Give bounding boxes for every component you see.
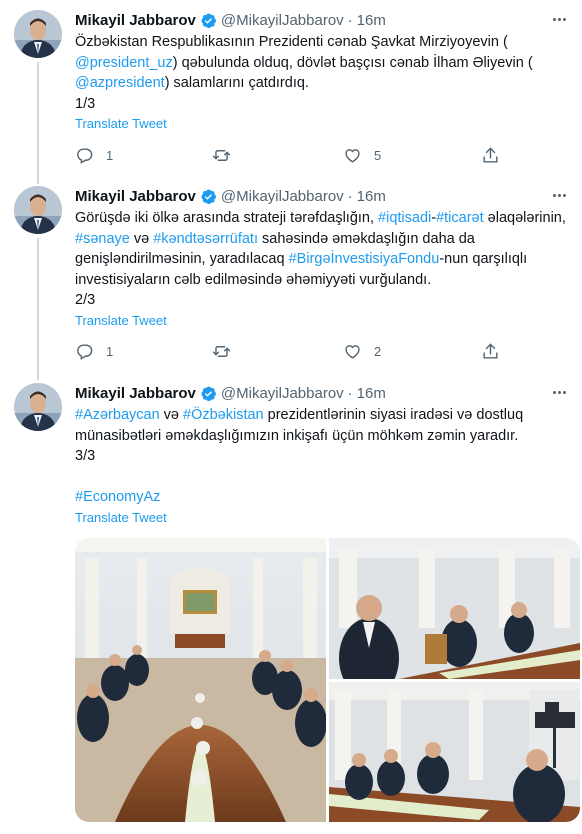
more-options-icon[interactable] [548, 383, 570, 401]
author-handle[interactable]: @MikayilJabbarov [221, 12, 344, 29]
more-options-icon[interactable] [548, 10, 570, 28]
mention-link[interactable]: @president_uz [75, 55, 173, 71]
tweet-actions: 1 2 [75, 340, 505, 362]
retweet-icon [212, 345, 231, 357]
tweet-actions: 1 5 [75, 144, 505, 166]
photo-delegation-table[interactable] [329, 538, 580, 679]
tweet-text-line: genişləndirilməsinin, yaradılacaq #Birgə… [75, 249, 570, 270]
tweet-text: Özbəkistan Respublikasının Prezidenti cə… [75, 32, 570, 114]
reply-icon [77, 343, 93, 360]
avatar[interactable] [14, 10, 62, 58]
hashtag-link[interactable]: #Azərbaycan [75, 407, 160, 423]
tweet-text-line: 1/3 [75, 94, 570, 115]
thread-connector [37, 62, 39, 178]
separator: · [347, 384, 353, 402]
hashtag-link[interactable]: #Özbəkistan [183, 407, 264, 423]
text-segment: -nun qarşılıqlı [439, 251, 528, 267]
author-handle[interactable]: @MikayilJabbarov [221, 188, 344, 205]
retweet-button[interactable] [212, 340, 231, 362]
translate-tweet-link[interactable]: Translate Tweet [75, 313, 167, 328]
tweet-text-line: 3/3 [75, 446, 570, 467]
share-icon [483, 147, 498, 163]
tweet-text: #Azərbaycan və #Özbəkistan prezidentləri… [75, 405, 570, 508]
tweet-text-line: Görüşdə iki ölkə arasında strateji tərəf… [75, 208, 570, 229]
text-segment: əlaqələrinin, [483, 210, 566, 226]
like-button[interactable]: 2 [343, 340, 381, 362]
text-segment: Özbəkistan Respublikasının Prezidenti cə… [75, 34, 508, 50]
text-segment: investisiyaların cəlb edilməsində əhəmiy… [75, 271, 432, 288]
text-segment: Görüşdə iki ölkə arasında strateji tərəf… [75, 210, 379, 226]
translate-tweet-link[interactable]: Translate Tweet [75, 510, 167, 525]
hashtag-link[interactable]: #sənaye [75, 231, 130, 247]
text-segment [75, 469, 79, 485]
photo-delegation-members[interactable] [329, 682, 580, 822]
tweet-2[interactable]: Mikayil Jabbarov @MikayilJabbarov · 16m … [0, 170, 582, 380]
tweet-text-line: #sənaye və #kəndtəsərrüfatı sahəsində əm… [75, 229, 570, 250]
mention-link[interactable]: @azpresident [75, 75, 165, 91]
tweet-text-line: @azpresident) salamlarını çatdırdıq. [75, 73, 570, 94]
like-button[interactable]: 5 [343, 144, 381, 166]
avatar[interactable] [14, 186, 62, 234]
verified-badge-icon [201, 189, 216, 204]
tweet-text-line: @president_uz) qəbulunda olduq, dövlət b… [75, 53, 570, 74]
tweet-text-line: Özbəkistan Respublikasının Prezidenti cə… [75, 32, 570, 53]
tweet-text-line: #EconomyAz [75, 487, 570, 508]
retweet-button[interactable] [212, 144, 231, 166]
timestamp[interactable]: 16m [357, 385, 386, 402]
reply-count: 1 [106, 147, 114, 163]
thread-connector [37, 170, 39, 184]
thread-connector [37, 238, 39, 380]
text-segment: ) salamlarını çatdırdıq. [164, 75, 309, 91]
timestamp[interactable]: 16m [357, 12, 386, 29]
hashtag-link[interactable]: #BirgəİnvestisiyaFondu [289, 251, 440, 267]
avatar[interactable] [14, 383, 62, 431]
text-segment: ) qəbulunda olduq, dövlət başçısı cənab … [172, 54, 533, 71]
author-name[interactable]: Mikayil Jabbarov [75, 188, 196, 205]
tweet-text: Görüşdə iki ölkə arasında strateji tərəf… [75, 208, 570, 311]
author-handle[interactable]: @MikayilJabbarov [221, 385, 344, 402]
verified-badge-icon [201, 13, 216, 28]
hashtag-link[interactable]: #kəndtəsərrüfatı [153, 231, 258, 247]
verified-badge-icon [201, 386, 216, 401]
tweet-text-line: münasibətləri əməkdaşlığımızın inkişafı … [75, 426, 570, 447]
like-count: 5 [374, 147, 382, 163]
timestamp[interactable]: 16m [357, 188, 386, 205]
separator: · [347, 187, 353, 205]
share-button[interactable] [481, 340, 500, 362]
text-segment: prezidentlərinin siyasi iradəsi və dostl… [263, 407, 524, 423]
tweet-text-line: 2/3 [75, 290, 570, 311]
like-icon [345, 344, 360, 359]
reply-count: 1 [106, 343, 114, 359]
author-name[interactable]: Mikayil Jabbarov [75, 385, 196, 402]
hashtag-link[interactable]: #iqtisadi [378, 210, 431, 226]
text-segment: və [129, 230, 154, 247]
reply-button[interactable]: 1 [75, 340, 113, 362]
hashtag-link[interactable]: #EconomyAz [75, 489, 160, 505]
reply-button[interactable]: 1 [75, 144, 113, 166]
translate-tweet-link[interactable]: Translate Tweet [75, 116, 167, 131]
text-segment: sahəsində əməkdaşlığın daha da [258, 230, 475, 247]
tweet-text-line: #Azərbaycan və #Özbəkistan prezidentləri… [75, 405, 570, 426]
retweet-icon [212, 149, 231, 161]
text-segment: 2/3 [75, 292, 96, 308]
reply-icon [77, 147, 93, 164]
more-options-icon[interactable] [548, 186, 570, 204]
separator: · [347, 11, 353, 29]
text-segment: və [159, 407, 184, 423]
tweet-media-grid[interactable] [75, 538, 580, 822]
tweet-text-line [75, 467, 570, 488]
text-segment: 3/3 [75, 448, 96, 464]
tweet-text-line: investisiyaların cəlb edilməsində əhəmiy… [75, 270, 570, 291]
text-segment: genişləndirilməsinin, yaradılacaq [75, 251, 289, 267]
author-name[interactable]: Mikayil Jabbarov [75, 12, 196, 29]
like-icon [345, 148, 360, 163]
photo-meeting-room[interactable] [75, 538, 326, 822]
text-segment: 1/3 [75, 95, 96, 112]
tweet-1[interactable]: Mikayil Jabbarov @MikayilJabbarov · 16m … [0, 10, 582, 178]
like-count: 2 [374, 343, 382, 359]
hashtag-link[interactable]: #ticarət [436, 210, 484, 226]
share-button[interactable] [481, 144, 500, 166]
text-segment: münasibətləri əməkdaşlığımızın inkişafı … [75, 427, 519, 444]
share-icon [483, 343, 498, 359]
